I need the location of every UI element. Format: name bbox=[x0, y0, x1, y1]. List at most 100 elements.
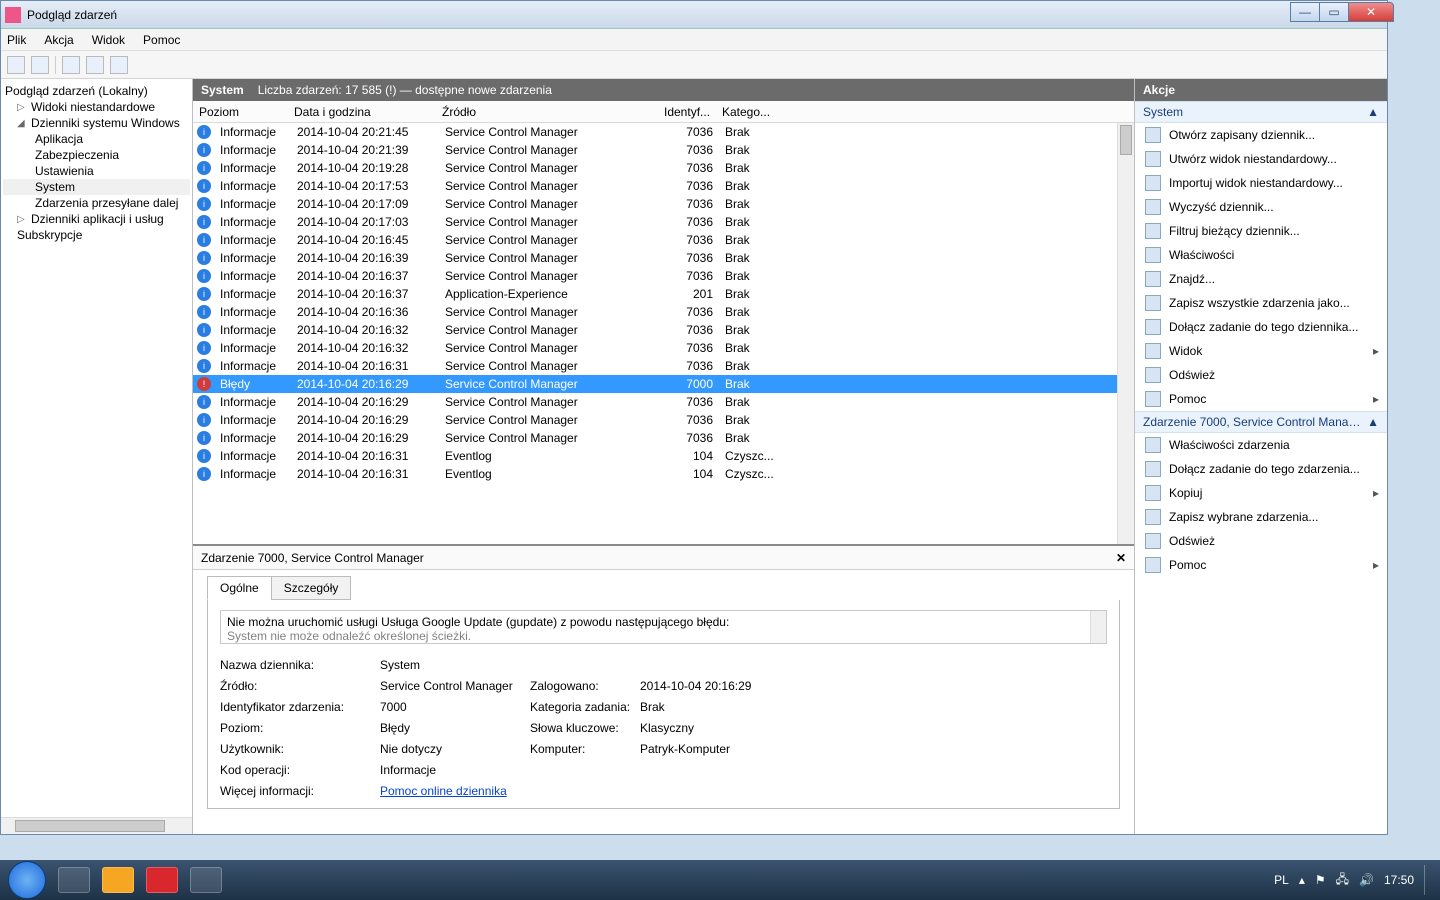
tree-windows-logs[interactable]: ◢Dzienniki systemu Windows bbox=[3, 115, 190, 131]
table-row[interactable]: iInformacje2014-10-04 20:16:36Service Co… bbox=[193, 303, 1134, 321]
close-button[interactable]: ✕ bbox=[1348, 2, 1394, 22]
action-item[interactable]: Otwórz zapisany dziennik... bbox=[1135, 123, 1387, 147]
table-row[interactable]: iInformacje2014-10-04 20:16:31Eventlog10… bbox=[193, 447, 1134, 465]
action-item[interactable]: Utwórz widok niestandardowy... bbox=[1135, 147, 1387, 171]
action-item[interactable]: Importuj widok niestandardowy... bbox=[1135, 171, 1387, 195]
taskbar-item-explorer[interactable] bbox=[58, 867, 90, 893]
cell-source: Application-Experience bbox=[439, 287, 661, 301]
action-label: Importuj widok niestandardowy... bbox=[1169, 176, 1343, 190]
cell-eventid: 7036 bbox=[661, 341, 719, 355]
col-date[interactable]: Data i godzina bbox=[288, 105, 436, 119]
table-row[interactable]: iInformacje2014-10-04 20:21:45Service Co… bbox=[193, 123, 1134, 141]
cell-date: 2014-10-04 20:16:29 bbox=[291, 413, 439, 427]
scroll-thumb[interactable] bbox=[1120, 125, 1132, 155]
table-row[interactable]: iInformacje2014-10-04 20:16:32Service Co… bbox=[193, 339, 1134, 357]
system-tray[interactable]: PL ▴ ⚑ 🖧 🔊 17:50 bbox=[1274, 865, 1432, 895]
table-row[interactable]: iInformacje2014-10-04 20:16:29Service Co… bbox=[193, 429, 1134, 447]
scroll-thumb[interactable] bbox=[15, 820, 165, 832]
action-item[interactable]: Pomoc▸ bbox=[1135, 387, 1387, 411]
menu-file[interactable]: Plik bbox=[7, 33, 26, 47]
tree-setup[interactable]: Ustawienia bbox=[3, 163, 190, 179]
action-item[interactable]: Dołącz zadanie do tego dziennika... bbox=[1135, 315, 1387, 339]
tree-security[interactable]: Zabezpieczenia bbox=[3, 147, 190, 163]
action-item[interactable]: Właściwości zdarzenia bbox=[1135, 433, 1387, 457]
table-row[interactable]: iInformacje2014-10-04 20:21:39Service Co… bbox=[193, 141, 1134, 159]
table-row[interactable]: iInformacje2014-10-04 20:19:28Service Co… bbox=[193, 159, 1134, 177]
action-item[interactable]: Widok▸ bbox=[1135, 339, 1387, 363]
table-row[interactable]: iInformacje2014-10-04 20:16:37Service Co… bbox=[193, 267, 1134, 285]
tray-chevron-icon[interactable]: ▴ bbox=[1299, 873, 1305, 887]
toolbar-item-1[interactable] bbox=[62, 56, 80, 74]
tab-details[interactable]: Szczegóły bbox=[271, 576, 352, 600]
action-item[interactable]: Zapisz wszystkie zdarzenia jako... bbox=[1135, 291, 1387, 315]
minimize-button[interactable]: — bbox=[1290, 2, 1320, 22]
tree-system[interactable]: System bbox=[3, 179, 190, 195]
tray-lang[interactable]: PL bbox=[1274, 873, 1289, 887]
action-item[interactable]: Kopiuj▸ bbox=[1135, 481, 1387, 505]
table-row[interactable]: iInformacje2014-10-04 20:16:29Service Co… bbox=[193, 393, 1134, 411]
table-row[interactable]: iInformacje2014-10-04 20:16:31Eventlog10… bbox=[193, 465, 1134, 483]
actions-section-system[interactable]: System▲ bbox=[1135, 101, 1387, 123]
detail-body: Nie można uruchomić usługi Usługa Google… bbox=[207, 600, 1120, 809]
maximize-button[interactable]: ▭ bbox=[1319, 2, 1349, 22]
action-item[interactable]: Odśwież bbox=[1135, 363, 1387, 387]
tab-general[interactable]: Ogólne bbox=[207, 576, 272, 600]
grid-body[interactable]: iInformacje2014-10-04 20:21:45Service Co… bbox=[193, 123, 1134, 483]
col-level[interactable]: Poziom bbox=[193, 105, 288, 119]
tree-custom-views[interactable]: ▷Widoki niestandardowe bbox=[3, 99, 190, 115]
action-item[interactable]: Wyczyść dziennik... bbox=[1135, 195, 1387, 219]
close-detail-button[interactable]: ✕ bbox=[1116, 551, 1126, 565]
toolbar-item-2[interactable] bbox=[86, 56, 104, 74]
col-source[interactable]: Źródło bbox=[436, 105, 658, 119]
action-item[interactable]: Filtruj bieżący dziennik... bbox=[1135, 219, 1387, 243]
tree-forwarded[interactable]: Zdarzenia przesyłane dalej bbox=[3, 195, 190, 211]
taskbar-item-opera[interactable] bbox=[146, 867, 178, 893]
tray-volume-icon[interactable]: 🔊 bbox=[1359, 873, 1374, 887]
table-row[interactable]: !Błędy2014-10-04 20:16:29Service Control… bbox=[193, 375, 1134, 393]
table-row[interactable]: iInformacje2014-10-04 20:16:31Service Co… bbox=[193, 357, 1134, 375]
col-eventid[interactable]: Identyf... bbox=[658, 105, 716, 119]
forward-button[interactable] bbox=[31, 56, 49, 74]
table-row[interactable]: iInformacje2014-10-04 20:16:45Service Co… bbox=[193, 231, 1134, 249]
tray-flag-icon[interactable]: ⚑ bbox=[1315, 873, 1326, 887]
tray-clock[interactable]: 17:50 bbox=[1384, 873, 1414, 887]
show-desktop-button[interactable] bbox=[1424, 865, 1432, 895]
menu-help[interactable]: Pomoc bbox=[143, 33, 180, 47]
table-row[interactable]: iInformacje2014-10-04 20:17:09Service Co… bbox=[193, 195, 1134, 213]
tree-hscroll[interactable] bbox=[1, 817, 192, 834]
table-row[interactable]: iInformacje2014-10-04 20:17:03Service Co… bbox=[193, 213, 1134, 231]
grid-vscroll[interactable] bbox=[1117, 123, 1134, 544]
tree-app-services[interactable]: ▷Dzienniki aplikacji i usług bbox=[3, 211, 190, 227]
cell-category: Brak bbox=[719, 251, 774, 265]
taskbar-item-2[interactable] bbox=[102, 867, 134, 893]
chevron-right-icon: ▸ bbox=[1373, 486, 1379, 500]
action-item[interactable]: Dołącz zadanie do tego zdarzenia... bbox=[1135, 457, 1387, 481]
info-icon: i bbox=[197, 305, 211, 319]
taskbar-item-eventvwr[interactable] bbox=[190, 867, 222, 893]
tray-network-icon[interactable]: 🖧 bbox=[1336, 870, 1349, 891]
table-row[interactable]: iInformacje2014-10-04 20:16:32Service Co… bbox=[193, 321, 1134, 339]
back-button[interactable] bbox=[7, 56, 25, 74]
toolbar-item-3[interactable] bbox=[110, 56, 128, 74]
actions-section-event[interactable]: Zdarzenie 7000, Service Control Manager▲ bbox=[1135, 411, 1387, 433]
menu-view[interactable]: Widok bbox=[92, 33, 125, 47]
table-row[interactable]: iInformacje2014-10-04 20:16:37Applicatio… bbox=[193, 285, 1134, 303]
table-row[interactable]: iInformacje2014-10-04 20:16:29Service Co… bbox=[193, 411, 1134, 429]
tree-application[interactable]: Aplikacja bbox=[3, 131, 190, 147]
action-item[interactable]: Odśwież bbox=[1135, 529, 1387, 553]
titlebar[interactable]: Podgląd zdarzeń — ▭ ✕ bbox=[1, 1, 1387, 29]
online-help-link[interactable]: Pomoc online dziennika bbox=[380, 784, 507, 798]
tree-subscriptions[interactable]: Subskrypcje bbox=[3, 227, 190, 243]
col-category[interactable]: Katego... bbox=[716, 105, 771, 119]
menu-action[interactable]: Akcja bbox=[44, 33, 73, 47]
tree-root[interactable]: Podgląd zdarzeń (Lokalny) bbox=[3, 83, 190, 99]
action-item[interactable]: Właściwości bbox=[1135, 243, 1387, 267]
start-button[interactable] bbox=[8, 861, 46, 899]
action-item[interactable]: Zapisz wybrane zdarzenia... bbox=[1135, 505, 1387, 529]
action-item[interactable]: Znajdź... bbox=[1135, 267, 1387, 291]
table-row[interactable]: iInformacje2014-10-04 20:17:53Service Co… bbox=[193, 177, 1134, 195]
taskbar[interactable]: PL ▴ ⚑ 🖧 🔊 17:50 bbox=[0, 860, 1440, 900]
msg-scroll[interactable] bbox=[1090, 611, 1106, 643]
action-item[interactable]: Pomoc▸ bbox=[1135, 553, 1387, 577]
table-row[interactable]: iInformacje2014-10-04 20:16:39Service Co… bbox=[193, 249, 1134, 267]
